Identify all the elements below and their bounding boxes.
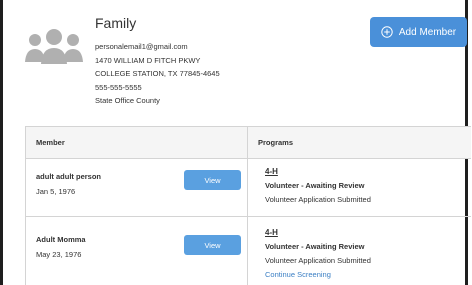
program-detail: Volunteer Application Submitted [265,195,371,204]
member-name: adult adult person [36,172,102,181]
family-contact-info: personalemail1@gmail.com 1470 WILLIAM D … [95,40,220,108]
continue-screening-link[interactable]: Continue Screening [265,270,331,279]
plus-circle-icon [381,26,393,38]
view-button[interactable]: View [184,170,241,190]
program-link[interactable]: 4-H [265,228,278,237]
family-title: Family [95,15,137,31]
family-group-icon [25,29,83,64]
members-table: Member Programs adult adult person Jan 5… [25,126,471,285]
family-header: Family personalemail1@gmail.com 1470 WIL… [3,0,471,118]
member-name: Adult Momma [36,235,86,244]
table-header: Member Programs [26,127,471,159]
add-member-label: Add Member [398,26,457,38]
family-county: State Office County [95,96,160,105]
member-dob: Jan 5, 1976 [36,187,76,196]
column-header-programs: Programs [258,138,294,147]
program-link[interactable]: 4-H [265,167,278,176]
program-detail: Volunteer Application Submitted [265,256,371,265]
family-phone: 555-555-5555 [95,82,142,92]
family-email: personalemail1@gmail.com [95,42,188,51]
program-status: Volunteer - Awaiting Review [265,242,365,251]
table-row: adult adult person Jan 5, 1976 View 4-H … [26,159,471,215]
program-status: Volunteer - Awaiting Review [265,181,365,190]
table-row: Adult Momma May 23, 1976 View 4-H Volunt… [26,217,471,285]
add-member-button[interactable]: Add Member [370,17,467,47]
member-dob: May 23, 1976 [36,250,82,259]
app-frame: Family personalemail1@gmail.com 1470 WIL… [0,0,471,285]
column-header-member: Member [36,138,65,147]
family-address-line2: COLLEGE STATION, TX 77845-4645 [95,69,220,78]
family-address-line1: 1470 WILLIAM D FITCH PKWY [95,55,201,65]
view-button[interactable]: View [184,235,241,255]
